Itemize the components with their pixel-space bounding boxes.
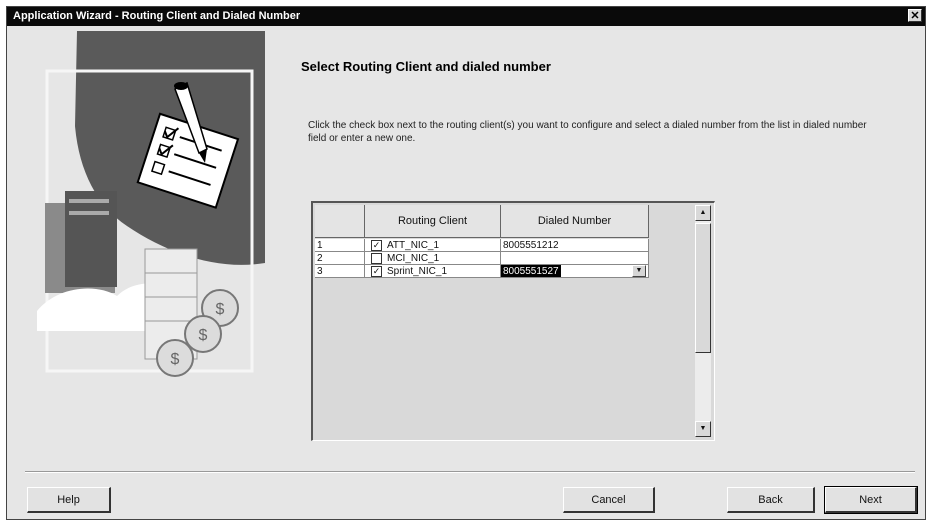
routing-client-name: MCI_NIC_1 [387, 253, 440, 264]
help-button[interactable]: Help [27, 487, 111, 513]
routing-client-cell[interactable]: ✓ ATT_NIC_1 [365, 239, 501, 252]
close-button[interactable]: ✕ [908, 9, 922, 22]
dialed-number-selected[interactable]: 8005551527 [501, 265, 561, 277]
routing-client-cell[interactable]: ✓ Sprint_NIC_1 [365, 265, 501, 278]
instructions-text: Click the check box next to the routing … [308, 120, 867, 144]
title-bar: Application Wizard - Routing Client and … [7, 7, 925, 26]
dropdown-arrow-icon[interactable]: ▼ [632, 265, 646, 277]
routing-client-checkbox[interactable]: ✓ [371, 266, 382, 277]
svg-text:$: $ [171, 351, 180, 368]
svg-text:$: $ [216, 301, 225, 318]
scroll-up-arrow-icon[interactable]: ▲ [695, 205, 711, 221]
window-title: Application Wizard - Routing Client and … [13, 10, 301, 22]
column-header-dialed-number[interactable]: Dialed Number [501, 205, 649, 238]
routing-client-name: Sprint_NIC_1 [387, 266, 448, 277]
routing-client-checkbox[interactable] [371, 253, 382, 264]
svg-text:$: $ [199, 327, 208, 344]
page-heading: Select Routing Client and dialed number [301, 59, 551, 74]
wizard-window: Application Wizard - Routing Client and … [6, 6, 926, 520]
scroll-thumb[interactable] [695, 223, 711, 353]
row-index: 3 [315, 265, 365, 278]
footer-separator [25, 471, 915, 473]
row-header-corner [315, 205, 365, 238]
wizard-checklist-illustration: $ $ $ [17, 31, 265, 383]
scroll-down-arrow-icon[interactable]: ▼ [695, 421, 711, 437]
row-index: 1 [315, 239, 365, 252]
routing-client-name: ATT_NIC_1 [387, 240, 440, 251]
dialed-number-cell[interactable] [501, 252, 649, 265]
dialed-number-cell[interactable]: 8005551212 [501, 239, 649, 252]
back-button[interactable]: Back [727, 487, 815, 513]
row-index: 2 [315, 252, 365, 265]
vertical-scrollbar[interactable]: ▲ ▼ [695, 205, 711, 437]
routing-client-grid[interactable]: Routing Client Dialed Number 1 ✓ ATT_NIC… [311, 201, 715, 441]
cancel-button[interactable]: Cancel [563, 487, 655, 513]
routing-client-checkbox[interactable]: ✓ [371, 240, 382, 251]
next-button[interactable]: Next [824, 486, 918, 514]
column-header-routing-client[interactable]: Routing Client [365, 205, 501, 238]
routing-client-cell[interactable]: MCI_NIC_1 [365, 252, 501, 265]
dialed-number-combo[interactable]: 8005551527 ▼ [501, 265, 649, 278]
